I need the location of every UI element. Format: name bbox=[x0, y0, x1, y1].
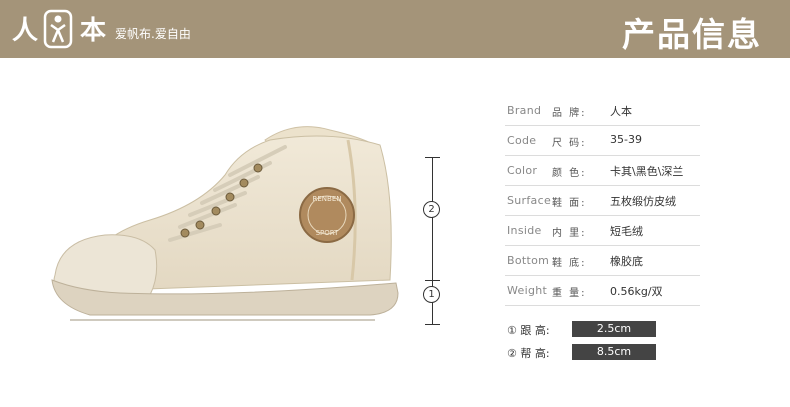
dimension-tick-bottom bbox=[425, 324, 440, 325]
spec-value: 0.56kg/双 bbox=[610, 285, 663, 298]
spec-en-label: Color bbox=[507, 164, 538, 177]
header-banner: 人 本 爱帆布.爱自由 产品信息 bbox=[0, 0, 790, 58]
spec-en-label: Code bbox=[507, 134, 537, 147]
spec-en-label: Weight bbox=[507, 284, 548, 297]
spec-value: 35-39 bbox=[610, 133, 642, 146]
spec-cn-label: 颜 色: bbox=[552, 168, 587, 179]
dimension-marker-2: 2 bbox=[423, 201, 440, 218]
heel-height-value: 2.5cm bbox=[572, 321, 656, 337]
badge-bottom-text: SPORT bbox=[316, 229, 340, 237]
spec-value: 短毛绒 bbox=[610, 225, 643, 238]
upper-height-value: 8.5cm bbox=[572, 344, 656, 360]
upper-height-label: ② 帮 高: bbox=[507, 347, 550, 360]
spec-row-surface: Surface 鞋 面: 五枚缎仿皮绒 bbox=[505, 185, 700, 216]
dimension-tick-mid bbox=[425, 280, 440, 281]
logo-char-right: 本 bbox=[80, 16, 107, 46]
badge-top-text: RENBEN bbox=[313, 195, 342, 203]
spec-row-bottom: Bottom 鞋 底: 橡胶底 bbox=[505, 245, 700, 276]
brand-logo-icon bbox=[43, 9, 73, 49]
dimension-tick-top bbox=[425, 157, 440, 158]
spec-row-color: Color 颜 色: 卡其\黑色\深兰 bbox=[505, 155, 700, 186]
shoe-image: RENBEN SPORT bbox=[51, 126, 399, 321]
spec-row-code: Code 尺 码: 35-39 bbox=[505, 125, 700, 156]
spec-cn-label: 重 量: bbox=[552, 288, 587, 299]
spec-en-label: Inside bbox=[507, 224, 542, 237]
spec-en-label: Surface bbox=[507, 194, 552, 207]
spec-value: 人本 bbox=[610, 105, 632, 118]
spec-cn-label: 鞋 底: bbox=[552, 258, 587, 269]
brand-slogan: 爱帆布.爱自由 bbox=[115, 27, 191, 41]
page-title: 产品信息 bbox=[622, 15, 762, 54]
spec-en-label: Brand bbox=[507, 104, 542, 117]
spec-cn-label: 鞋 面: bbox=[552, 198, 587, 209]
spec-value: 五枚缎仿皮绒 bbox=[610, 195, 676, 208]
spec-row-brand: Brand 品 牌: 人本 bbox=[505, 95, 700, 126]
renben-badge: RENBEN SPORT bbox=[299, 187, 355, 243]
spec-row-inside: Inside 内 里: 短毛绒 bbox=[505, 215, 700, 246]
spec-value: 橡胶底 bbox=[610, 255, 643, 268]
dimension-marker-1: 1 bbox=[423, 286, 440, 303]
spec-cn-label: 品 牌: bbox=[552, 108, 587, 119]
spec-row-weight: Weight 重 量: 0.56kg/双 bbox=[505, 275, 700, 306]
spec-en-label: Bottom bbox=[507, 254, 550, 267]
spec-cn-label: 尺 码: bbox=[552, 138, 587, 149]
spec-cn-label: 内 里: bbox=[552, 228, 587, 239]
heel-height-label: ① 跟 高: bbox=[507, 324, 550, 337]
spec-value: 卡其\黑色\深兰 bbox=[610, 165, 684, 178]
logo-char-left: 人 bbox=[12, 16, 39, 46]
